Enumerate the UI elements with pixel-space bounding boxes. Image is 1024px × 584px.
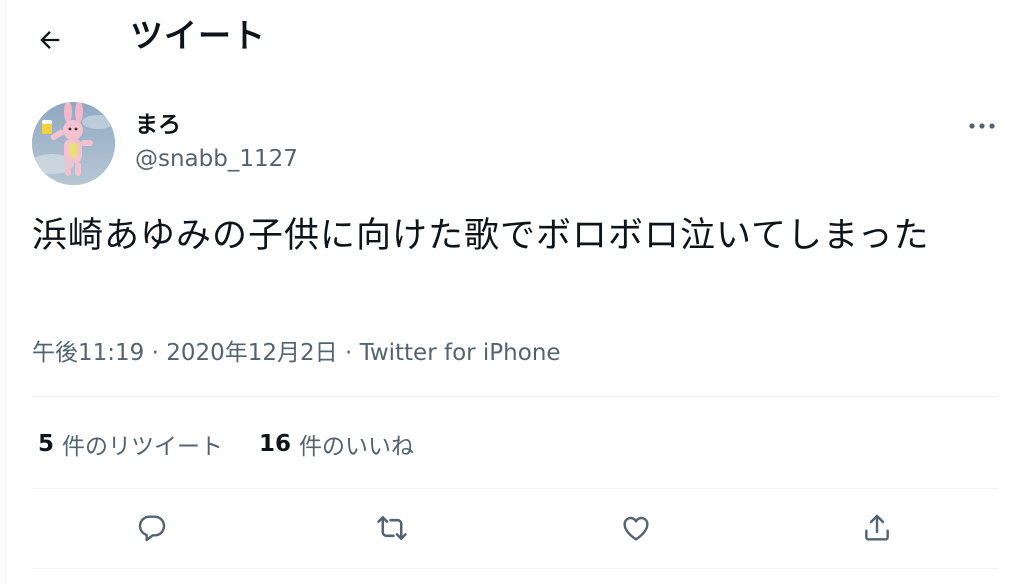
more-horizontal-icon bbox=[969, 123, 995, 129]
heart-icon bbox=[623, 516, 649, 541]
reply-icon bbox=[138, 515, 166, 542]
like-button[interactable] bbox=[612, 504, 660, 552]
retweets-label: 件のリツイート bbox=[62, 434, 224, 460]
avatar[interactable] bbox=[32, 102, 115, 185]
frame-border bbox=[5, 0, 6, 584]
likes-label: 件のいいね bbox=[299, 434, 415, 460]
tweet-meta[interactable]: 午後11:19 · 2020年12月2日 · Twitter for iPhon… bbox=[32, 336, 561, 370]
divider bbox=[32, 396, 998, 397]
likes-count: 16 bbox=[259, 431, 292, 457]
arrow-left-icon bbox=[40, 31, 60, 49]
reply-button[interactable] bbox=[128, 504, 176, 552]
retweet-button[interactable] bbox=[368, 504, 416, 552]
page-title: ツイート bbox=[130, 16, 266, 55]
divider bbox=[32, 488, 998, 489]
back-button[interactable] bbox=[32, 22, 68, 58]
tweet-actions bbox=[32, 500, 998, 556]
author-name[interactable]: まろ bbox=[135, 110, 181, 140]
avatar-image bbox=[32, 102, 115, 185]
share-button[interactable] bbox=[853, 504, 901, 552]
retweets-stat[interactable]: 5 件のリツイート bbox=[38, 427, 223, 461]
header: ツイート bbox=[0, 0, 1024, 76]
tweet-stats: 5 件のリツイート 16 件のいいね bbox=[38, 426, 450, 462]
author-handle[interactable]: @snabb_1127 bbox=[135, 144, 298, 174]
tweet-text: 浜崎あゆみの子供に向けた歌でボロボロ泣いてしまった bbox=[32, 216, 930, 256]
more-options-button[interactable] bbox=[960, 108, 1004, 144]
retweets-count: 5 bbox=[38, 431, 55, 457]
tweet-detail-page: ツイート まろ @snabb_1127 浜崎あゆみの子供に向けた歌でボロボロ泣い… bbox=[0, 0, 1024, 584]
retweet-icon bbox=[377, 516, 407, 540]
share-icon bbox=[865, 514, 889, 541]
divider bbox=[32, 568, 998, 569]
likes-stat[interactable]: 16 件のいいね bbox=[259, 427, 414, 461]
